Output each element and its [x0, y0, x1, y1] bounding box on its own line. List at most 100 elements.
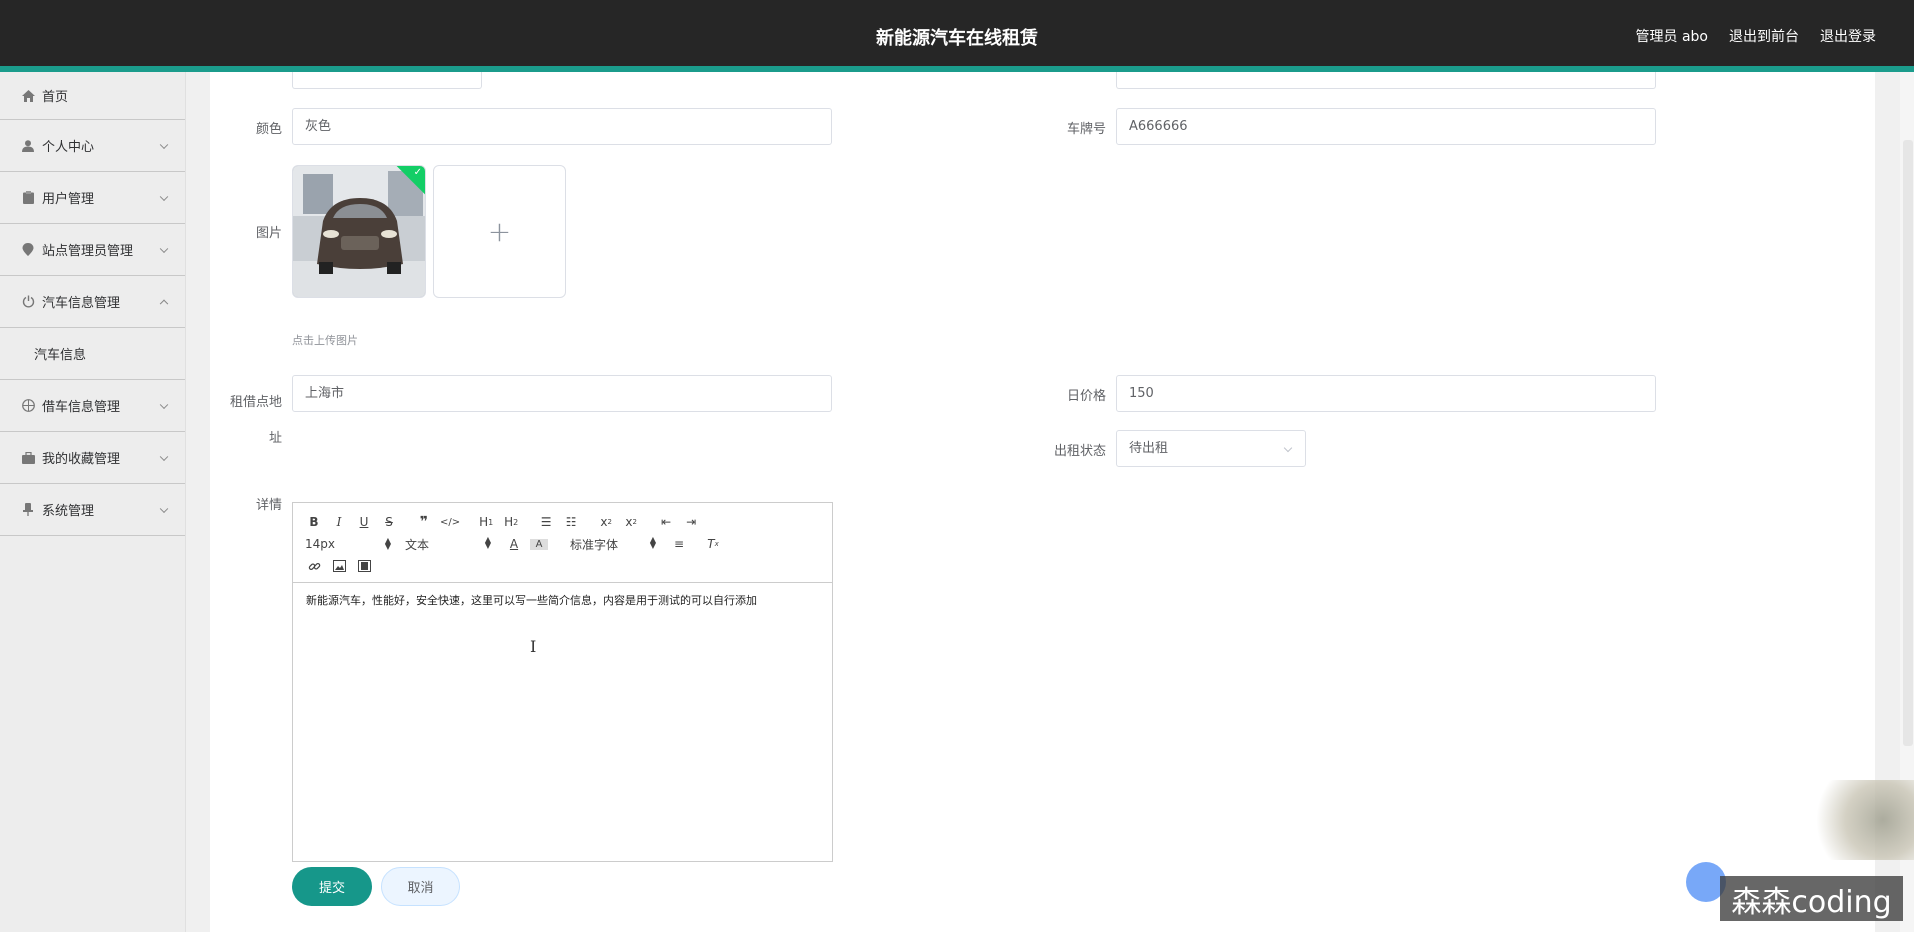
font-family-value: 标准字体 — [570, 537, 619, 552]
indent-icon[interactable]: ⇥ — [682, 515, 700, 529]
location-input[interactable]: 上海市 — [292, 375, 832, 412]
sidebar-item-car-info-management[interactable]: 汽车信息管理 — [0, 276, 185, 328]
rich-text-editor[interactable]: B I U S ❞ </> H1 H2 ☰ ☷ x2 x2 ⇤ ⇥ 14px ▲… — [292, 502, 833, 862]
heading-1-icon[interactable]: H1 — [477, 515, 495, 529]
text-cursor-icon: I — [530, 637, 537, 656]
image-label: 图片 — [255, 226, 282, 241]
plus-icon: + — [487, 215, 512, 248]
color-label: 颜色 — [255, 122, 282, 137]
scrollbar-thumb[interactable] — [1903, 140, 1913, 746]
toolbar-row-3 — [305, 557, 380, 575]
strikethrough-icon[interactable]: S — [380, 515, 398, 529]
chevron-down-icon — [159, 400, 169, 409]
submit-button[interactable]: 提交 — [292, 867, 372, 906]
picker-arrows-icon: ▲ ▼ — [484, 534, 491, 550]
blurred-overlay — [1810, 780, 1914, 860]
location-icon — [20, 242, 36, 258]
toolbar-row-1: B I U S ❞ </> H1 H2 ☰ ☷ x2 x2 ⇤ ⇥ — [305, 513, 707, 531]
sidebar-item-label: 汽车信息管理 — [42, 296, 121, 311]
sidebar-item-user-management[interactable]: 用户管理 — [0, 172, 185, 224]
upload-image-button[interactable]: + — [433, 165, 566, 298]
sidebar-item-label: 系统管理 — [42, 504, 95, 519]
price-input[interactable]: 150 — [1116, 375, 1656, 412]
sidebar: 首页 个人中心 用户管理 站点管理员管理 汽车信息管理 汽车信息 借车信息管理 — [0, 72, 186, 932]
plate-number-input[interactable]: A666666 — [1116, 108, 1656, 145]
bullet-list-icon[interactable]: ☷ — [562, 515, 580, 529]
header-format-value: 文本 — [405, 537, 430, 552]
briefcase-icon — [20, 450, 36, 466]
sidebar-item-label: 借车信息管理 — [42, 400, 121, 415]
detail-label: 详情 — [255, 498, 282, 513]
globe-icon — [20, 398, 36, 414]
sidebar-item-label: 个人中心 — [42, 140, 95, 155]
blockquote-icon[interactable]: ❞ — [415, 514, 433, 530]
link-icon[interactable] — [305, 560, 323, 573]
sidebar-item-site-admin-management[interactable]: 站点管理员管理 — [0, 224, 185, 276]
outdent-icon[interactable]: ⇤ — [657, 515, 675, 529]
video-icon[interactable] — [355, 560, 373, 572]
code-block-icon[interactable]: </> — [440, 517, 460, 528]
pin-icon — [20, 502, 36, 518]
sidebar-item-system-management[interactable]: 系统管理 — [0, 484, 185, 536]
chevron-down-icon — [159, 244, 169, 253]
font-size-value: 14px — [305, 537, 335, 551]
toolbar-row-2: 14px ▲ ▼ 文本 ▲ ▼ A A 标准字体 ▲ ▼ ≡ Tx — [305, 535, 729, 553]
underline-icon[interactable]: U — [355, 515, 373, 529]
chevron-down-icon — [159, 140, 169, 149]
color-input[interactable]: 灰色 — [292, 108, 832, 145]
italic-icon[interactable]: I — [330, 515, 348, 529]
align-icon[interactable]: ≡ — [670, 537, 688, 551]
price-label: 日价格 — [1066, 389, 1106, 404]
editor-toolbar: B I U S ❞ </> H1 H2 ☰ ☷ x2 x2 ⇤ ⇥ 14px ▲… — [293, 503, 832, 583]
font-size-picker[interactable]: 14px ▲ ▼ — [305, 536, 391, 552]
sidebar-item-personal-center[interactable]: 个人中心 — [0, 120, 185, 172]
image-icon[interactable] — [330, 560, 348, 572]
prev-field-input-left[interactable] — [292, 72, 482, 89]
bold-icon[interactable]: B — [305, 515, 323, 529]
upload-hint: 点击上传图片 — [292, 334, 358, 347]
sidebar-item-home[interactable]: 首页 — [0, 72, 185, 120]
admin-user-label: 管理员 abo — [1635, 29, 1708, 45]
top-header: 新能源汽车在线租赁 管理员 abo 退出到前台 退出登录 — [0, 0, 1914, 72]
heading-2-icon[interactable]: H2 — [502, 515, 520, 529]
logout-link[interactable]: 退出登录 — [1820, 26, 1876, 46]
ordered-list-icon[interactable]: ☰ — [537, 515, 555, 529]
chevron-down-icon — [159, 504, 169, 513]
cancel-button[interactable]: 取消 — [381, 867, 460, 906]
power-icon — [20, 294, 36, 310]
picker-arrows-icon: ▲ ▼ — [649, 534, 656, 550]
font-color-icon[interactable]: A — [505, 537, 523, 551]
app-title: 新能源汽车在线租赁 — [876, 28, 1038, 49]
watermark: 森森coding — [1720, 876, 1903, 921]
rent-status-select[interactable]: 待出租 — [1116, 430, 1306, 467]
header-format-picker[interactable]: 文本 ▲ ▼ — [405, 534, 491, 553]
chevron-down-icon — [159, 192, 169, 201]
clipboard-icon — [20, 190, 36, 206]
editor-content[interactable]: 新能源汽车，性能好，安全快速，这里可以写一些简介信息，内容是用于测试的可以自行添… — [293, 583, 832, 619]
rent-status-label: 出租状态 — [1053, 444, 1106, 459]
subscript-icon[interactable]: x2 — [597, 515, 615, 529]
chevron-down-icon — [159, 452, 169, 461]
plate-number-label: 车牌号 — [1066, 122, 1106, 137]
sidebar-item-label: 我的收藏管理 — [42, 452, 121, 467]
chevron-up-icon — [159, 299, 169, 308]
location-label: 租借点地址 — [229, 395, 282, 446]
header-actions: 管理员 abo 退出到前台 退出登录 — [1636, 26, 1876, 46]
sidebar-item-label: 用户管理 — [42, 192, 95, 207]
background-color-icon[interactable]: A — [530, 538, 548, 550]
sidebar-item-label: 首页 — [42, 90, 69, 105]
car-photo — [293, 166, 425, 297]
sidebar-item-favorites-management[interactable]: 我的收藏管理 — [0, 432, 185, 484]
picker-arrows-icon: ▲ ▼ — [384, 536, 391, 551]
sidebar-item-borrow-info-management[interactable]: 借车信息管理 — [0, 380, 185, 432]
chevron-down-icon — [1283, 443, 1293, 453]
home-icon — [20, 88, 36, 104]
prev-field-input-right[interactable] — [1116, 72, 1656, 89]
font-family-picker[interactable]: 标准字体 ▲ ▼ — [570, 534, 656, 553]
sidebar-subitem-car-info[interactable]: 汽车信息 — [0, 328, 185, 380]
uploaded-car-image[interactable]: ✓ — [292, 165, 426, 298]
back-to-front-link[interactable]: 退出到前台 — [1729, 26, 1799, 46]
clear-format-icon[interactable]: Tx — [704, 537, 722, 551]
sidebar-item-label: 站点管理员管理 — [42, 244, 134, 259]
superscript-icon[interactable]: x2 — [622, 515, 640, 529]
